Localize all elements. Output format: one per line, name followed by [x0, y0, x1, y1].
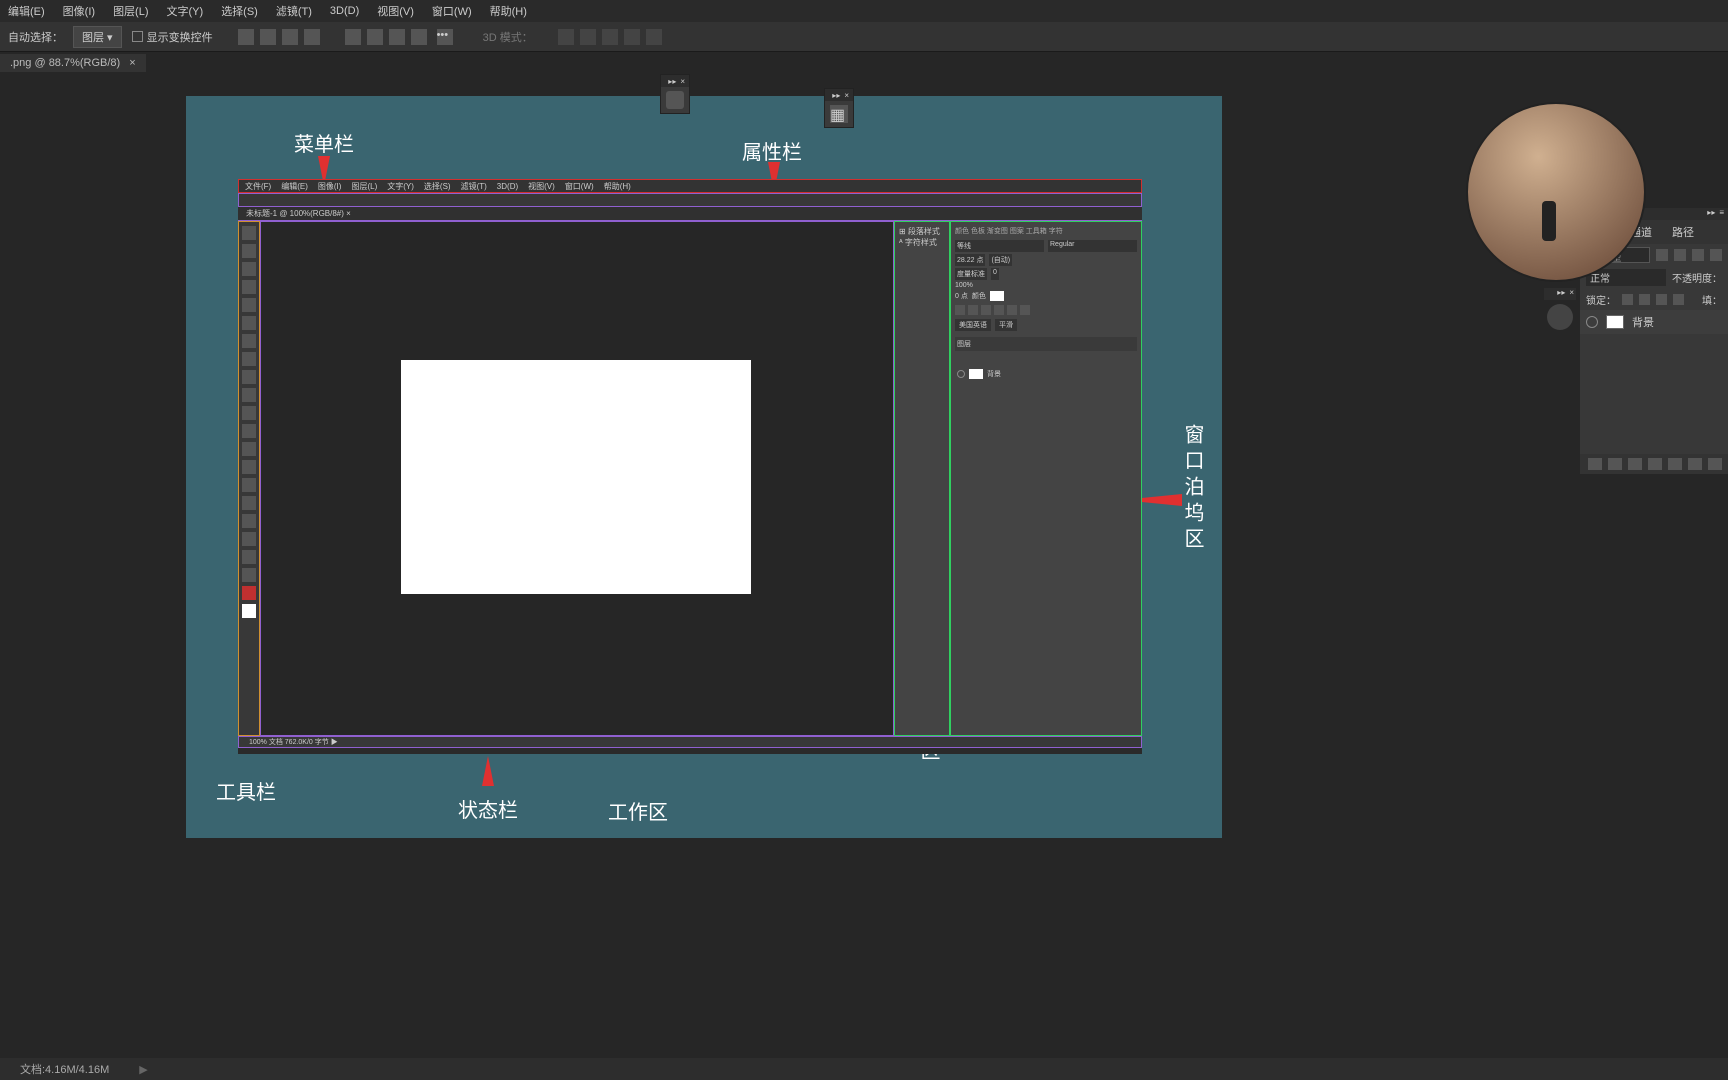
- opacity-label: 不透明度：: [1672, 270, 1722, 285]
- menu-layer[interactable]: 图层(L): [113, 3, 148, 19]
- label-menubar: 菜单栏: [294, 128, 354, 157]
- label-attrbar: 属性栏: [742, 136, 802, 165]
- panel-menu-icon[interactable]: ≡: [1719, 208, 1724, 220]
- collapse-icon[interactable]: ▸▸: [1707, 208, 1715, 220]
- dock-collapsed-2: ▸▸ ×: [1544, 288, 1576, 330]
- new-layer-icon[interactable]: [1688, 458, 1702, 470]
- 3d-zoom-icon[interactable]: [646, 29, 662, 45]
- color-icon[interactable]: [666, 91, 684, 109]
- tab-paths[interactable]: 路径: [1672, 224, 1694, 240]
- menu-edit[interactable]: 编辑(E): [8, 3, 45, 19]
- menu-select[interactable]: 选择(S): [221, 3, 258, 19]
- menu-filter[interactable]: 滤镜(T): [276, 3, 312, 19]
- label-workarea: 工作区: [608, 796, 668, 825]
- inner-file-tab: 未标题-1 @ 100%(RGB/8#) ×: [238, 207, 1142, 221]
- close-icon[interactable]: ×: [680, 77, 685, 86]
- collapse-icon[interactable]: ▸▸: [1557, 288, 1565, 300]
- collapse-icon[interactable]: ▸▸: [832, 91, 840, 100]
- collapse-icon[interactable]: ▸▸: [668, 77, 676, 86]
- delete-layer-icon[interactable]: [1708, 458, 1722, 470]
- 3d-pan-icon[interactable]: [602, 29, 618, 45]
- doc-size: 文档:4.16M/4.16M: [20, 1061, 109, 1077]
- filter-pixel-icon[interactable]: [1656, 249, 1668, 261]
- 3d-orbit-icon[interactable]: [558, 29, 574, 45]
- layer-thumbnail: [1606, 315, 1624, 329]
- grid-icon[interactable]: ▦: [830, 105, 848, 123]
- visibility-icon[interactable]: [1586, 316, 1598, 328]
- filter-shape-icon[interactable]: [1710, 249, 1722, 261]
- inner-menubar: 文件(F)编辑(E)图像(I) 图层(L)文字(Y)选择(S) 滤镜(T)3D(…: [238, 179, 1142, 193]
- show-transform-check[interactable]: 显示变换控件: [132, 29, 213, 45]
- checkbox-icon: [132, 31, 143, 42]
- align-center-h-icon[interactable]: [260, 29, 276, 45]
- menu-help[interactable]: 帮助(H): [490, 3, 527, 19]
- adjustments-icon[interactable]: [1547, 304, 1573, 330]
- filter-adjust-icon[interactable]: [1674, 249, 1686, 261]
- lock-label: 锁定：: [1586, 292, 1616, 307]
- inner-options-bar: [238, 193, 1142, 207]
- distribute-h-icon[interactable]: [304, 29, 320, 45]
- options-bar: 自动选择： 图层 ▾ 显示变换控件 ••• 3D 模式：: [0, 22, 1728, 52]
- link-layers-icon[interactable]: [1588, 458, 1602, 470]
- align-center-v-icon[interactable]: [367, 29, 383, 45]
- diagram-image: 菜单栏 属性栏 文件标签栏 工具栏 状态栏 工作区 扩展窗口区 窗口泊坞区 文件…: [186, 96, 1222, 838]
- label-statusbar: 状态栏: [458, 794, 518, 823]
- status-chevron-icon[interactable]: ▶: [139, 1063, 147, 1076]
- align-bottom-icon[interactable]: [389, 29, 405, 45]
- menu-3d[interactable]: 3D(D): [330, 5, 359, 17]
- label-dockarea: 窗口泊坞区: [1178, 424, 1207, 554]
- adjustment-layer-icon[interactable]: [1648, 458, 1662, 470]
- align-right-icon[interactable]: [282, 29, 298, 45]
- document-tab[interactable]: .png @ 88.7%(RGB/8) ×: [0, 54, 146, 72]
- layer-style-icon[interactable]: [1608, 458, 1622, 470]
- close-icon[interactable]: ×: [844, 91, 849, 100]
- status-bar: 文档:4.16M/4.16M ▶: [0, 1058, 1728, 1080]
- auto-select-label: 自动选择：: [8, 29, 63, 45]
- layer-row-background[interactable]: 背景: [1580, 310, 1728, 334]
- align-top-icon[interactable]: [345, 29, 361, 45]
- inner-canvas: [401, 360, 751, 594]
- auto-select-target[interactable]: 图层 ▾: [73, 26, 122, 48]
- arrow-icon: [482, 756, 494, 786]
- close-tab-icon[interactable]: ×: [129, 57, 135, 69]
- inner-canvas-area: [260, 221, 894, 736]
- 3d-roll-icon[interactable]: [580, 29, 596, 45]
- lock-pixels-icon[interactable]: [1622, 294, 1633, 305]
- inner-status-bar: 100% 文档 762.0K/0 字节 ▶: [238, 736, 1142, 748]
- workspace: 菜单栏 属性栏 文件标签栏 工具栏 状态栏 工作区 扩展窗口区 窗口泊坞区 文件…: [0, 74, 1728, 1058]
- layer-name: 背景: [1632, 314, 1654, 330]
- group-icon[interactable]: [1668, 458, 1682, 470]
- align-left-icon[interactable]: [238, 29, 254, 45]
- float-panel-2[interactable]: ▸▸ × ▦: [824, 88, 854, 128]
- presenter-webcam: [1466, 102, 1646, 282]
- menu-type[interactable]: 文字(Y): [167, 3, 204, 19]
- lock-all-icon[interactable]: [1673, 294, 1684, 305]
- inner-panels: 颜色 色板 渐变图 图案 工具箱 字符 等线 Regular 28.22 点 (…: [950, 221, 1142, 736]
- inner-ext-panel: ⊞ 段落样式 ᴬ 字符样式: [894, 221, 950, 736]
- fill-label: 填：: [1702, 292, 1722, 307]
- layer-panel-footer: [1580, 454, 1728, 474]
- menu-image[interactable]: 图像(I): [63, 3, 95, 19]
- distribute-v-icon[interactable]: [411, 29, 427, 45]
- label-toolbar: 工具栏: [216, 776, 276, 805]
- inner-ps-screenshot: 文件(F)编辑(E)图像(I) 图层(L)文字(Y)选择(S) 滤镜(T)3D(…: [238, 179, 1142, 754]
- mode-3d-label: 3D 模式：: [483, 29, 533, 45]
- 3d-slide-icon[interactable]: [624, 29, 640, 45]
- more-options-icon[interactable]: •••: [437, 29, 453, 45]
- close-icon[interactable]: ×: [1569, 288, 1574, 300]
- layer-mask-icon[interactable]: [1628, 458, 1642, 470]
- main-menubar: 编辑(E) 图像(I) 图层(L) 文字(Y) 选择(S) 滤镜(T) 3D(D…: [0, 0, 1728, 22]
- lock-position-icon[interactable]: [1639, 294, 1650, 305]
- document-tab-bar: .png @ 88.7%(RGB/8) ×: [0, 52, 1728, 74]
- float-panel-1[interactable]: ▸▸ ×: [660, 74, 690, 114]
- lock-artboard-icon[interactable]: [1656, 294, 1667, 305]
- menu-view[interactable]: 视图(V): [377, 3, 414, 19]
- menu-window[interactable]: 窗口(W): [432, 3, 472, 19]
- inner-toolbar: [238, 221, 260, 736]
- filter-type-icon[interactable]: [1692, 249, 1704, 261]
